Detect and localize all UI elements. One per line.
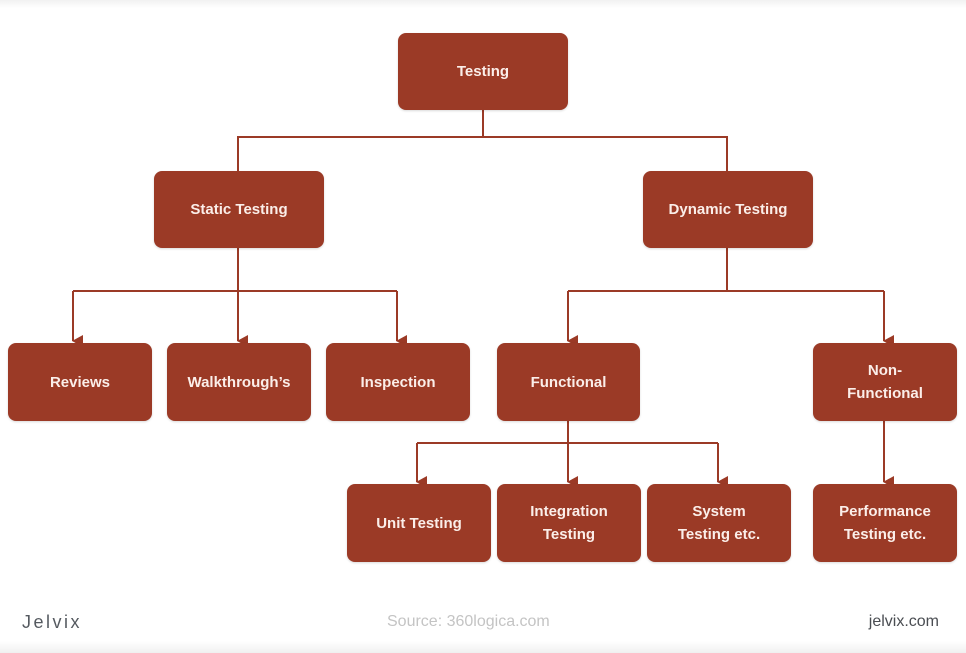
edge-testing-dynamic [483,136,728,171]
node-integration-testing: Integration Testing [497,484,641,562]
brand-logo: Jelvix [22,612,83,632]
node-dynamic-testing: Dynamic Testing [643,171,813,248]
node-inspection: Inspection [326,343,470,421]
bottom-shadow [0,641,966,653]
node-system-testing: System Testing etc. [647,484,791,562]
node-reviews: Reviews [8,343,152,421]
node-functional: Functional [497,343,640,421]
source-credit: Source: 360logica.com [387,613,550,630]
node-unit-testing: Unit Testing [347,484,491,562]
site-url: jelvix.com [868,613,939,630]
node-static-testing: Static Testing [154,171,324,248]
node-performance-testing: Performance Testing etc. [813,484,957,562]
node-non-functional: Non- Functional [813,343,957,421]
node-walkthroughs: Walkthrough’s [167,343,311,421]
node-testing: Testing [398,33,568,110]
edge-testing-static [237,109,484,171]
